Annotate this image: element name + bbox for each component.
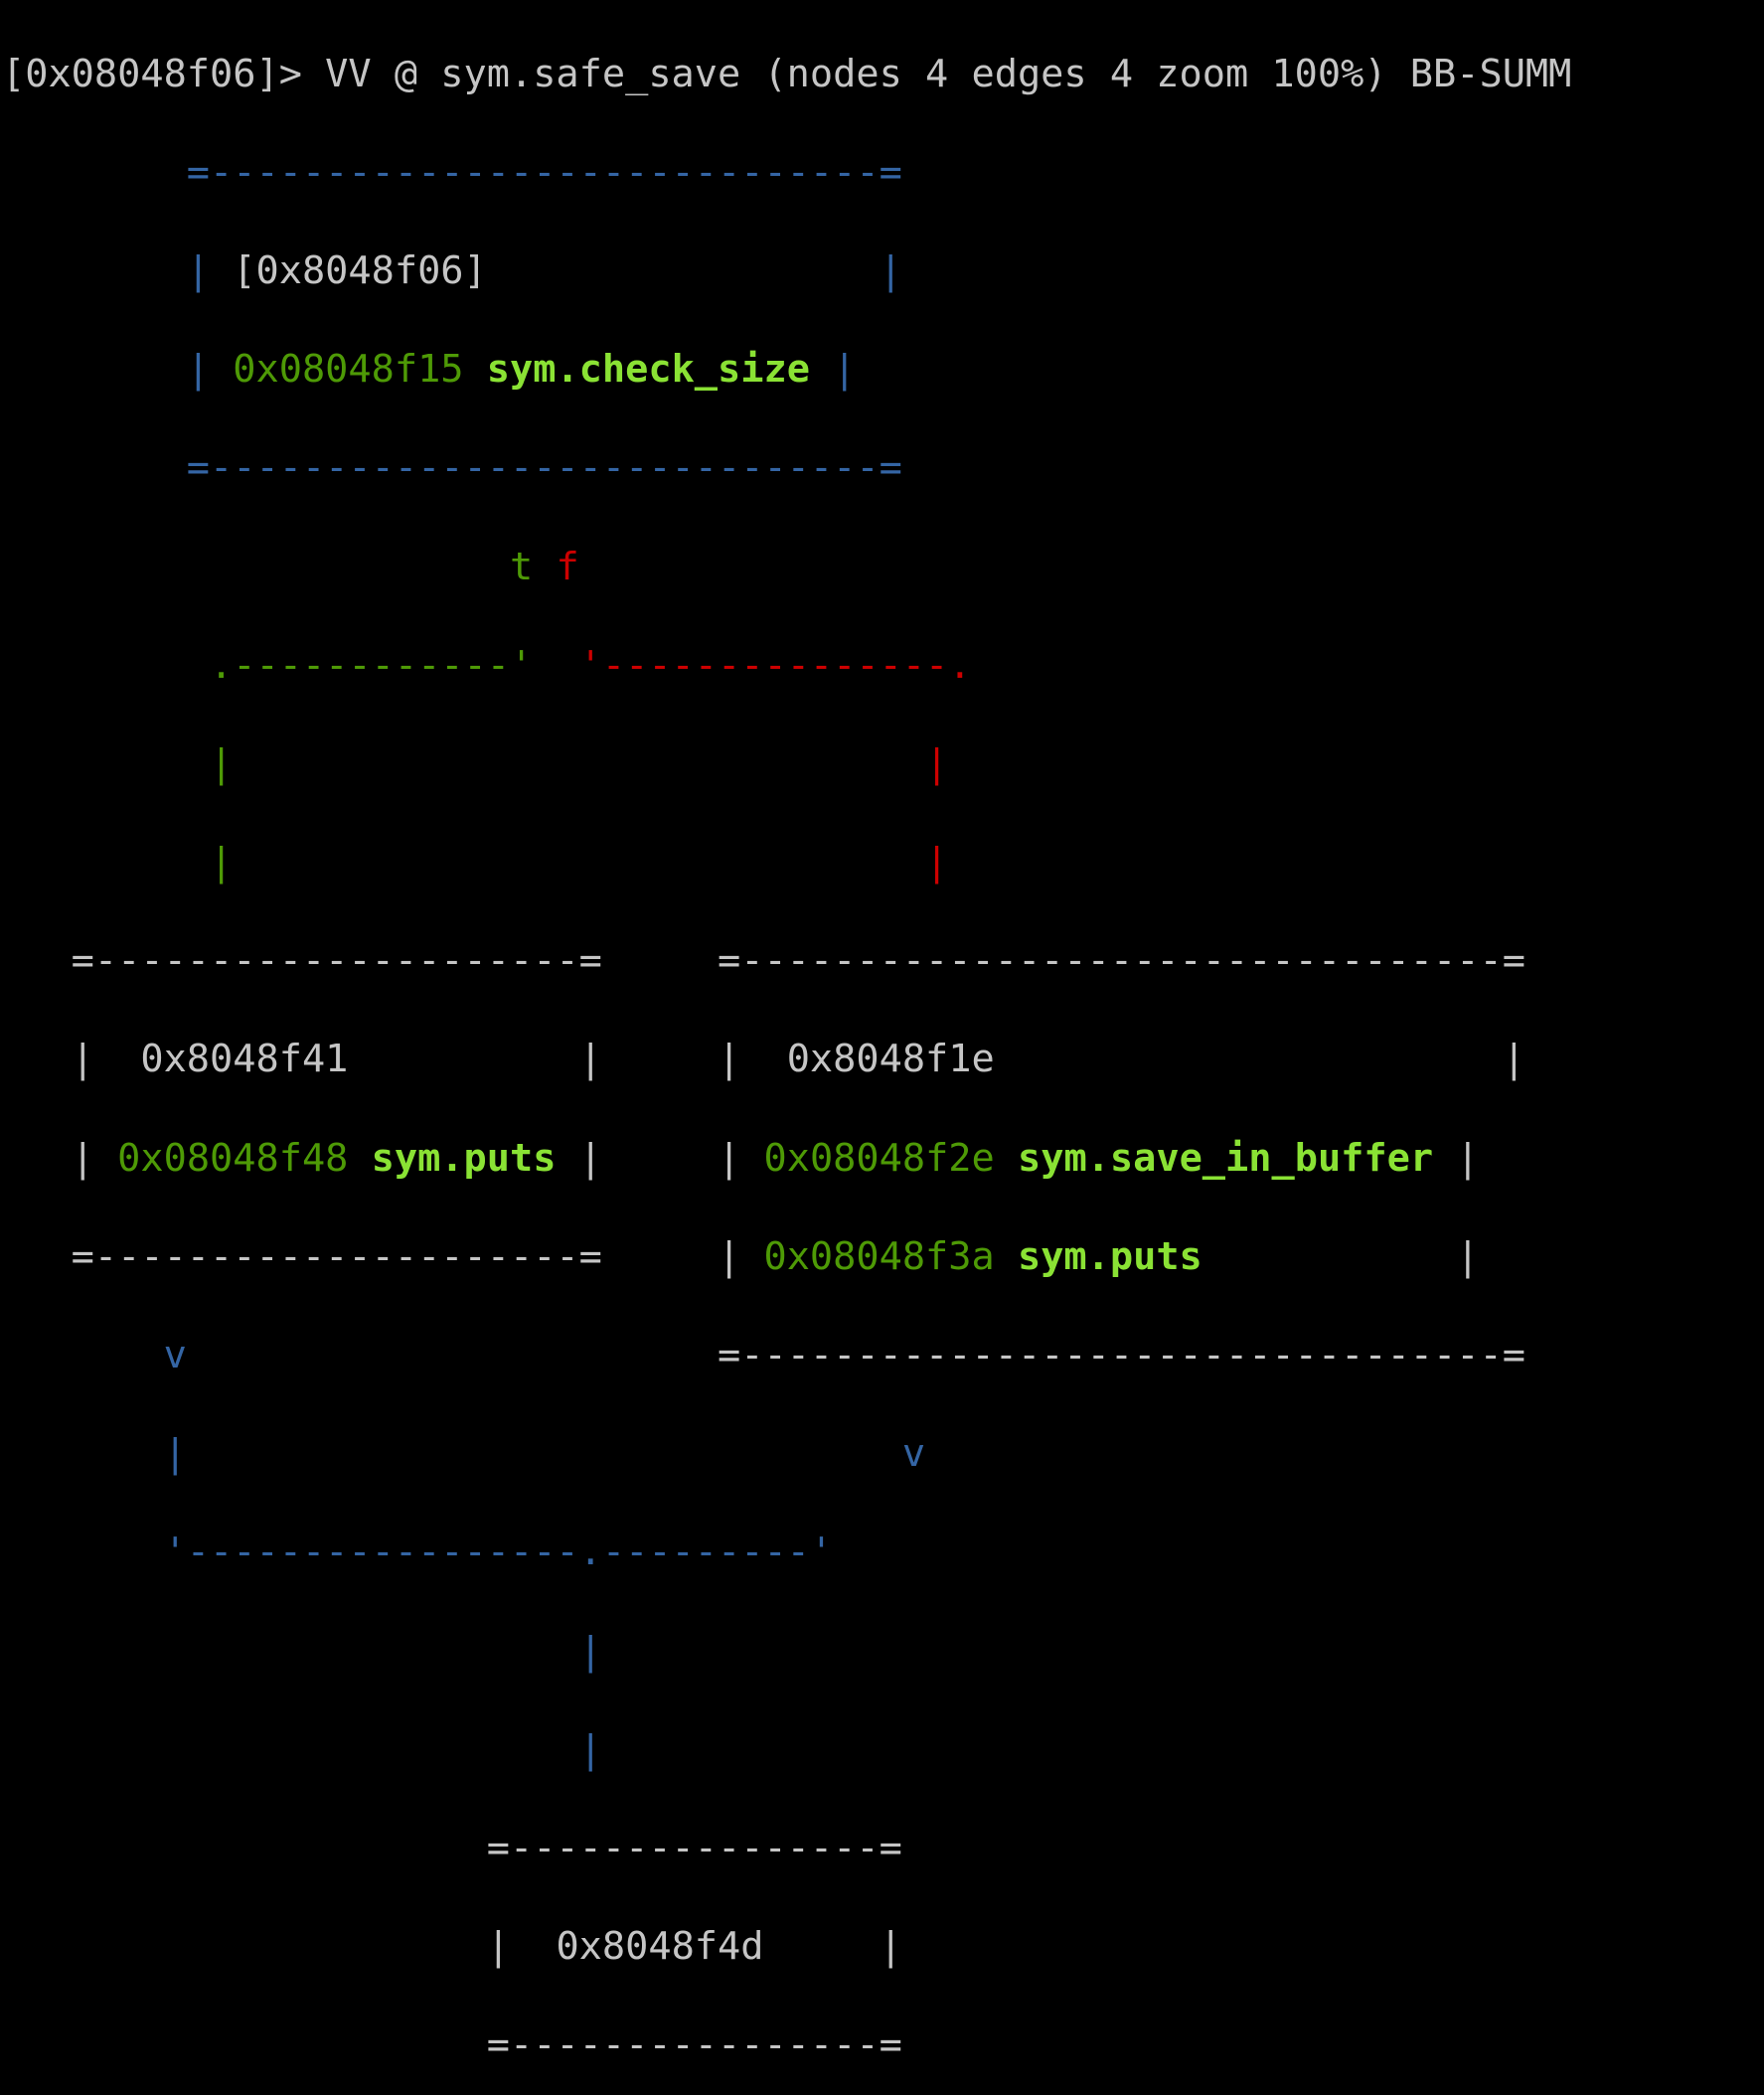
call-address: 0x08048f48 — [117, 1135, 349, 1181]
false-edge-label: f — [556, 544, 579, 589]
branch-edge-pipes-1: | | — [2, 740, 949, 786]
terminal-output: [0x08048f06]> VV @ sym.safe_save (nodes … — [2, 0, 1571, 2095]
exit-node-bottom-border: =----------------= — [2, 2022, 902, 2068]
arrow-down-icon: v — [901, 1431, 926, 1477]
exit-node-top-border: =----------------= — [2, 1825, 902, 1870]
true-edge-label: t — [509, 544, 534, 589]
branch-labels: t f — [2, 543, 1571, 592]
call-address: 0x08048f2e — [763, 1135, 995, 1181]
merge-arrow-right-row: | v — [2, 1431, 926, 1477]
branch-nodes-top-border: =---------------------= =---------------… — [2, 938, 1525, 984]
command-prompt[interactable]: [0x08048f06]> VV @ sym.safe_save (nodes … — [2, 50, 1571, 99]
merge-edge-pipe-1: | — [2, 1628, 602, 1674]
call-function-name: sym.check_size — [486, 347, 810, 393]
call-function-name: sym.puts — [1017, 1233, 1203, 1279]
merge-arrow-left-row: v =---------------------------------= — [163, 1333, 1525, 1378]
entry-node-address: [0x8048f06] — [233, 247, 487, 293]
merge-edges: '-----------------.---------' — [2, 1530, 834, 1575]
true-node-address: 0x8048f41 — [140, 1037, 349, 1082]
branch-nodes-row-3[interactable]: =---------------------= | 0x08048f3a sym… — [2, 1232, 1571, 1282]
arrow-down-icon: v — [163, 1333, 187, 1378]
branch-edge-pipes-2: | | — [2, 840, 949, 886]
call-address: 0x08048f15 — [233, 347, 464, 393]
call-address: 0x08048f3a — [763, 1233, 995, 1279]
call-function-name: sym.puts — [371, 1135, 557, 1181]
exit-node-address-row[interactable]: | 0x8048f4d | — [2, 1922, 1571, 1972]
exit-node-address: 0x8048f4d — [556, 1924, 764, 1970]
call-function-name: sym.save_in_buffer — [1018, 1135, 1434, 1181]
false-node-address: 0x8048f1e — [786, 1037, 995, 1082]
entry-node-address-row[interactable]: | [0x8048f06] | — [2, 246, 1571, 296]
merge-edge-pipe-2: | — [2, 1726, 602, 1772]
entry-node-call-row[interactable]: | 0x08048f15 sym.check_size | — [2, 345, 1571, 395]
branch-nodes-address-row[interactable]: | 0x8048f41 | | 0x8048f1e | — [2, 1035, 1571, 1084]
branch-split-edges: .------------' '---------------. — [2, 642, 972, 688]
prompt-text: [0x08048f06]> VV @ sym.safe_save (nodes … — [2, 51, 1572, 96]
entry-node-bottom-border: =-----------------------------= — [2, 445, 902, 491]
branch-nodes-call-row-1[interactable]: | 0x08048f48 sym.puts | | 0x08048f2e sym… — [2, 1134, 1571, 1184]
entry-node-top-border: =-----------------------------= — [2, 149, 902, 195]
